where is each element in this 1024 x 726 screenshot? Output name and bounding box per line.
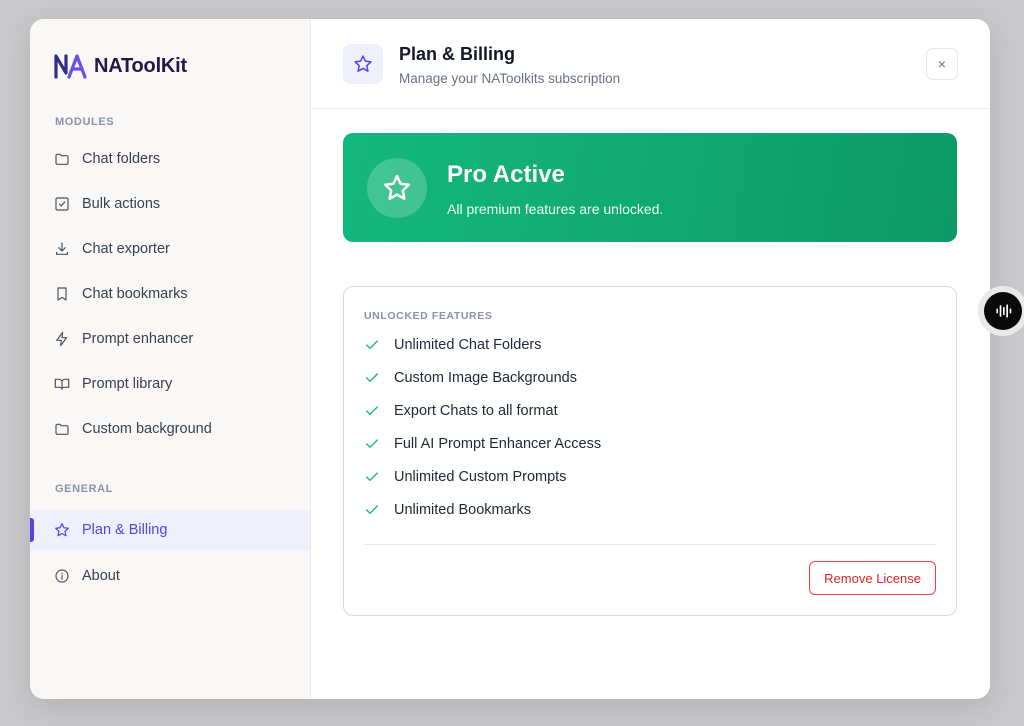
sidebar-item-label: Chat folders [82, 151, 161, 167]
pro-star-icon [367, 158, 427, 218]
panel-header: Plan & Billing Manage your NAToolkits su… [311, 19, 990, 109]
sidebar-item-prompt-enhancer[interactable]: Prompt enhancer [30, 319, 310, 359]
voice-waveform-icon [984, 292, 1022, 330]
sidebar-item-custom-background[interactable]: Custom background [30, 409, 310, 449]
bookmark-icon [54, 286, 70, 302]
modules-section-label: MODULES [55, 116, 115, 128]
sidebar-item-chat-bookmarks[interactable]: Chat bookmarks [30, 274, 310, 314]
header-star-icon [343, 44, 383, 84]
brand: NAToolKit [54, 53, 187, 79]
sidebar-item-bulk-actions[interactable]: Bulk actions [30, 184, 310, 224]
sidebar-item-label: Prompt library [82, 376, 173, 392]
sidebar-item-label: About [82, 568, 120, 584]
pro-status-subtitle: All premium features are unlocked. [447, 201, 664, 217]
folder-icon [54, 421, 70, 437]
feature-item: Unlimited Custom Prompts [364, 467, 566, 487]
features-section-label: UNLOCKED FEATURES [364, 310, 493, 322]
feature-item: Full AI Prompt Enhancer Access [364, 434, 601, 454]
divider [364, 544, 936, 545]
check-icon [366, 373, 378, 382]
book-icon [54, 376, 70, 392]
remove-license-button[interactable]: Remove License [809, 561, 936, 595]
settings-modal: NAToolKit MODULES Chat folders Bulk acti… [30, 19, 990, 699]
sidebar: NAToolKit MODULES Chat folders Bulk acti… [30, 19, 311, 699]
sidebar-item-about[interactable]: About [30, 556, 310, 596]
sidebar-item-label: Prompt enhancer [82, 331, 194, 347]
feature-label: Full AI Prompt Enhancer Access [394, 436, 602, 452]
close-button[interactable]: × [926, 48, 958, 80]
feature-label: Unlimited Chat Folders [394, 337, 542, 353]
folder-icon [54, 151, 70, 167]
sidebar-item-label: Custom background [82, 421, 212, 437]
sidebar-item-chat-folders[interactable]: Chat folders [30, 139, 310, 179]
star-icon [54, 522, 70, 538]
sidebar-item-label: Chat bookmarks [82, 286, 188, 302]
checkbox-icon [54, 196, 70, 212]
feature-label: Unlimited Bookmarks [394, 502, 531, 518]
check-icon [366, 340, 378, 349]
feature-item: Custom Image Backgrounds [364, 368, 577, 388]
feature-label: Unlimited Custom Prompts [394, 469, 567, 485]
sidebar-item-label: Bulk actions [82, 196, 161, 212]
check-icon [366, 439, 378, 448]
feature-label: Custom Image Backgrounds [394, 370, 577, 386]
sidebar-item-plan-billing[interactable]: Plan & Billing [30, 510, 310, 550]
lightning-icon [54, 331, 70, 347]
main-panel: Plan & Billing Manage your NAToolkits su… [311, 19, 990, 699]
feature-item: Export Chats to all format [364, 401, 558, 421]
check-icon [366, 505, 378, 514]
page-subtitle: Manage your NAToolkits subscription [399, 71, 621, 86]
feature-item: Unlimited Bookmarks [364, 500, 531, 520]
sidebar-item-label: Plan & Billing [82, 522, 168, 538]
feature-item: Unlimited Chat Folders [364, 335, 541, 355]
unlocked-features-card: UNLOCKED FEATURES Unlimited Chat Folders… [343, 286, 957, 616]
sidebar-item-label: Chat exporter [82, 241, 170, 257]
brand-name: NAToolKit [94, 54, 187, 77]
sidebar-item-chat-exporter[interactable]: Chat exporter [30, 229, 310, 269]
close-icon: × [937, 56, 947, 72]
general-section-label: GENERAL [55, 483, 113, 495]
voice-mode-button[interactable] [978, 286, 1024, 336]
sidebar-item-prompt-library[interactable]: Prompt library [30, 364, 310, 404]
natoolkit-logo-icon [54, 54, 87, 79]
pro-status-card: Pro Active All premium features are unlo… [343, 133, 957, 242]
feature-label: Export Chats to all format [394, 403, 558, 419]
check-icon [366, 472, 378, 481]
check-icon [366, 406, 378, 415]
pro-status-title: Pro Active [447, 161, 565, 188]
info-icon [54, 568, 70, 584]
download-icon [54, 241, 70, 257]
page-title: Plan & Billing [399, 44, 516, 64]
